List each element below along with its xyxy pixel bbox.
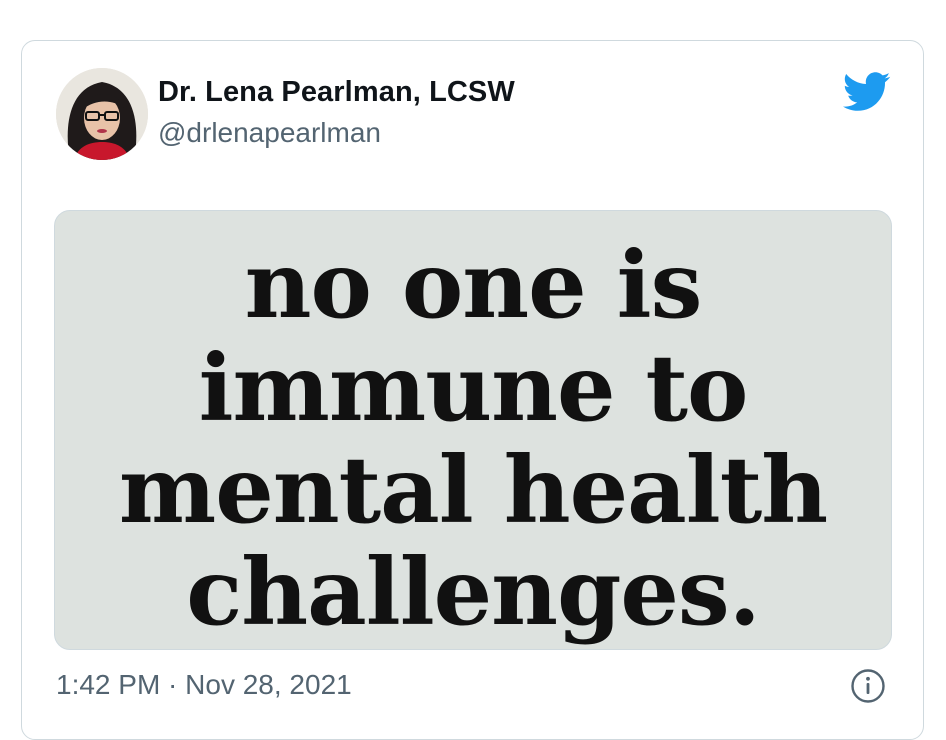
twitter-bird-icon[interactable] <box>842 72 891 112</box>
author-display-name[interactable]: Dr. Lena Pearlman, LCSW <box>158 76 515 109</box>
tweet-media-image[interactable]: no one is immune to mental health challe… <box>54 210 892 650</box>
avatar-photo <box>56 68 148 160</box>
info-circle-glyph <box>851 669 885 703</box>
media-text-line-2: immune to <box>198 334 749 442</box>
author-handle[interactable]: @drlenapearlman <box>158 117 381 149</box>
info-icon[interactable] <box>850 668 886 704</box>
media-text-line-4: challenges. <box>186 538 761 646</box>
author-avatar[interactable] <box>56 68 148 160</box>
media-text-line-1: no one is <box>244 231 703 339</box>
twitter-bird-glyph <box>842 72 891 111</box>
tweet-timestamp[interactable]: 1:42 PM · Nov 28, 2021 <box>56 669 352 701</box>
media-text-line-3: mental health <box>118 436 828 544</box>
